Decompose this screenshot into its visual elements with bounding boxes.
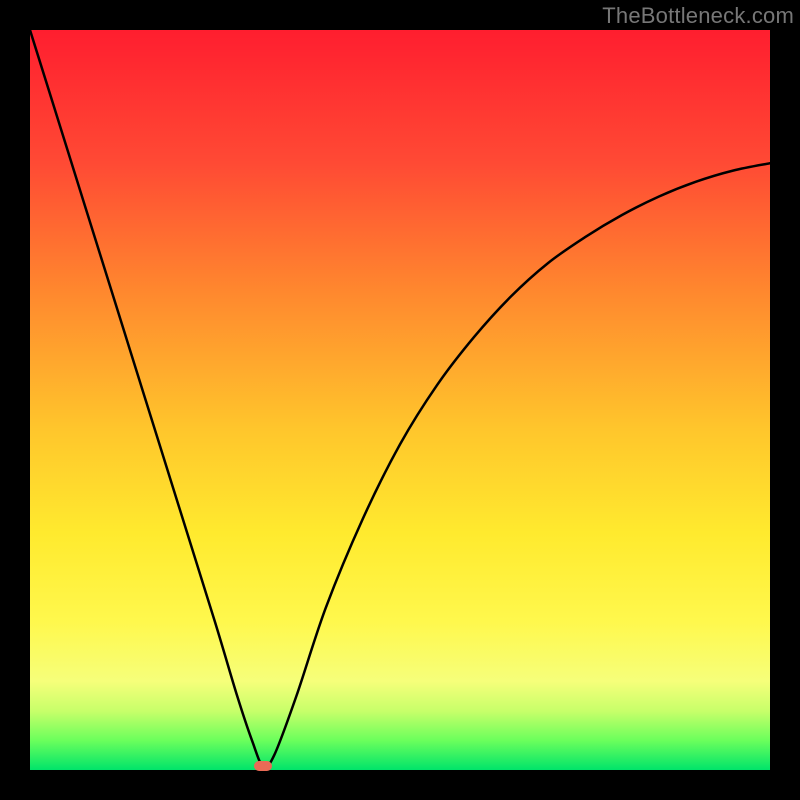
bottleneck-curve (30, 30, 770, 770)
chart-frame: TheBottleneck.com (0, 0, 800, 800)
optimal-point-marker (254, 761, 272, 771)
plot-area (30, 30, 770, 770)
watermark-text: TheBottleneck.com (602, 3, 794, 29)
